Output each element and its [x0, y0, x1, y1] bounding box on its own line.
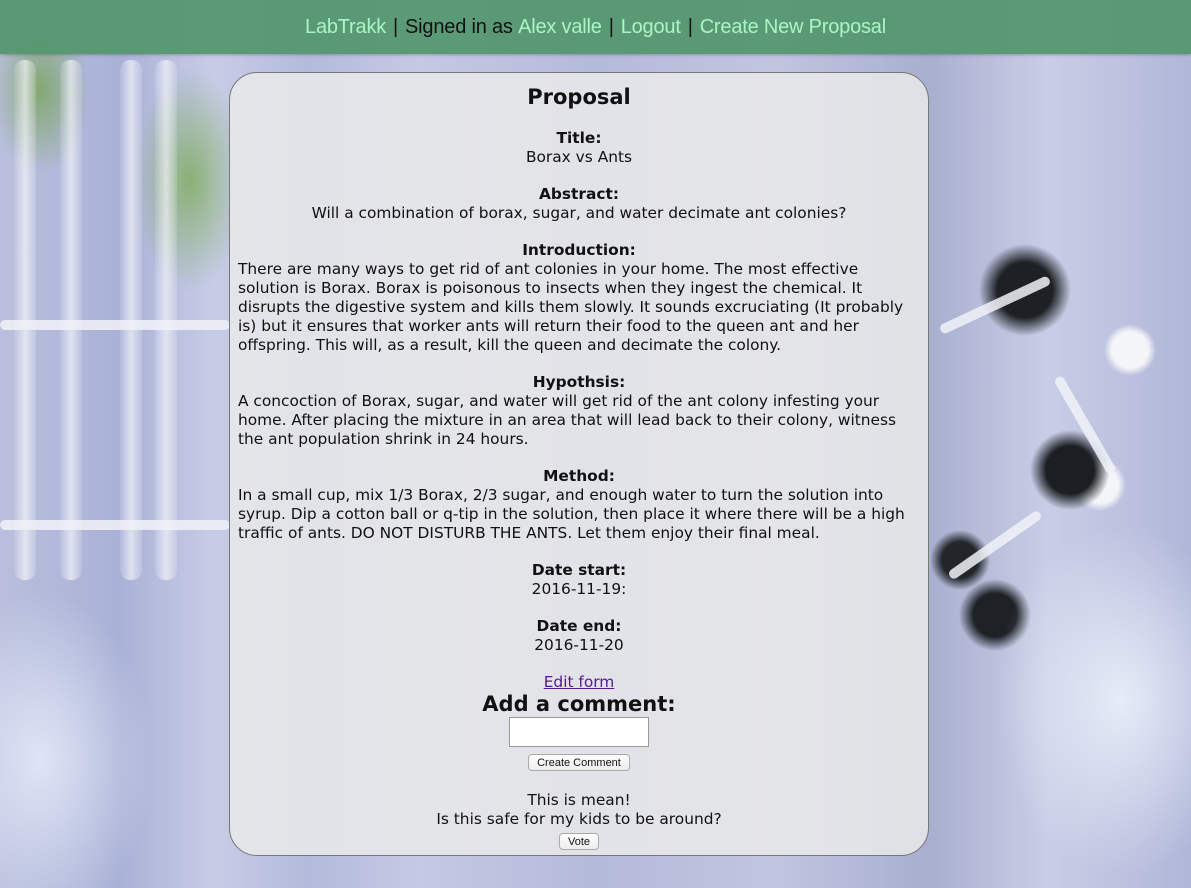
vote-button[interactable]: Vote [558, 833, 600, 850]
app-home-link[interactable]: LabTrakk [305, 16, 386, 39]
create-comment-button[interactable]: Create Comment [528, 754, 630, 771]
method-value: In a small cup, mix 1/3 Borax, 2/3 sugar… [238, 486, 905, 542]
hypothesis-value: A concoction of Borax, sugar, and water … [238, 392, 897, 448]
signed-in-text: Signed in as [405, 15, 513, 38]
introduction-section: Introduction: There are many ways to get… [238, 241, 920, 355]
background-molecule-bond [938, 275, 1052, 335]
date-start-value: 2016-11-19: [531, 580, 627, 598]
user-profile-link[interactable]: Alex valle [518, 16, 602, 39]
nav-separator: | [608, 15, 614, 38]
method-label: Method: [543, 467, 615, 485]
date-start-label: Date start: [531, 561, 627, 579]
background-molecule-bond [1053, 374, 1117, 476]
title-section: Title: Borax vs Ants [238, 129, 920, 167]
nav-separator: | [393, 15, 399, 38]
proposal-card: Proposal Title: Borax vs Ants Abstract: … [229, 72, 929, 856]
date-end-label: Date end: [536, 617, 622, 635]
introduction-label: Introduction: [522, 241, 636, 259]
hypothesis-section: Hypothsis: A concoction of Borax, sugar,… [238, 373, 920, 449]
date-start-section: Date start: 2016-11-19: [238, 561, 920, 599]
abstract-section: Abstract: Will a combination of borax, s… [238, 185, 920, 223]
abstract-value: Will a combination of borax, sugar, and … [311, 204, 847, 222]
introduction-value: There are many ways to get rid of ant co… [238, 260, 904, 354]
comment-item: This is mean! [527, 791, 631, 809]
date-end-value: 2016-11-20 [534, 636, 624, 654]
comment-form: Add a comment: Create Comment [238, 692, 920, 771]
page-title: Proposal [527, 85, 631, 109]
comments-list: This is mean! Is this safe for my kids t… [238, 791, 920, 829]
title-value: Borax vs Ants [525, 148, 633, 166]
hypothesis-label: Hypothsis: [532, 373, 626, 391]
edit-form-link[interactable]: Edit form [544, 673, 615, 692]
nav-separator: | [687, 15, 693, 38]
background-molecule-bond [947, 509, 1043, 581]
logout-link[interactable]: Logout [621, 16, 681, 39]
add-comment-heading: Add a comment: [482, 692, 676, 716]
abstract-label: Abstract: [538, 185, 620, 203]
top-nav-bar: LabTrakk | Signed in as Alex valle | Log… [0, 0, 1191, 54]
comment-item: Is this safe for my kids to be around? [436, 810, 722, 828]
create-proposal-link[interactable]: Create New Proposal [700, 16, 886, 39]
date-end-section: Date end: 2016-11-20 [238, 617, 920, 655]
method-section: Method: In a small cup, mix 1/3 Borax, 2… [238, 467, 920, 543]
background-rack-bar [0, 520, 230, 530]
background-rack-bar [0, 320, 230, 330]
comment-input[interactable] [509, 717, 649, 747]
title-label: Title: [556, 129, 602, 147]
